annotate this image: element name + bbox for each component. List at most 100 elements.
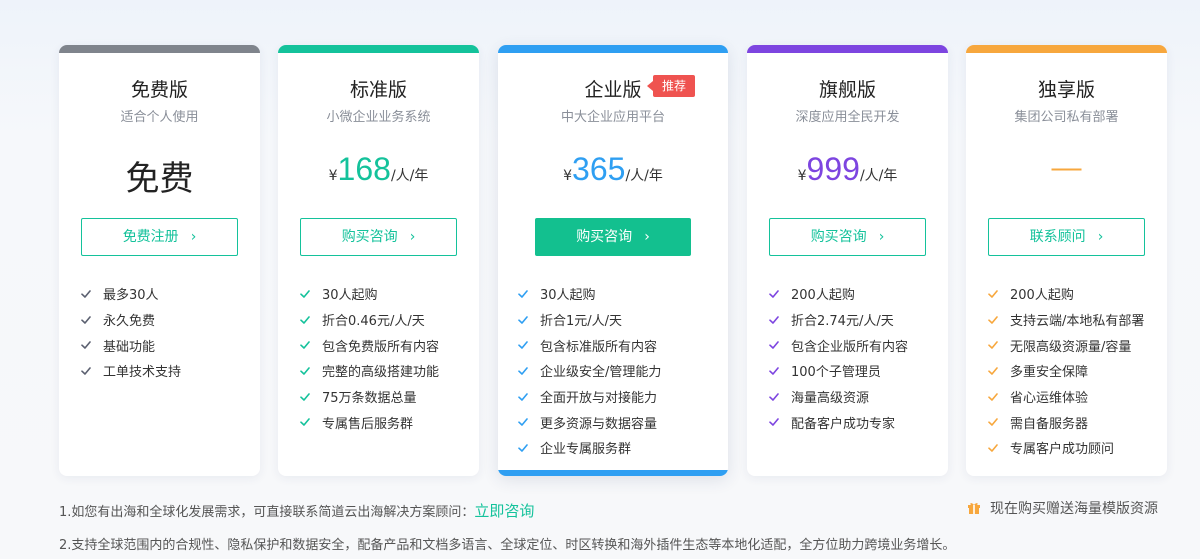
global-compliance-note: 2.支持全球范围内的合规性、隐私保护和数据安全，配备产品和文档多语言、全球定位、… <box>59 538 956 553</box>
feature-item: 企业专属服务群 <box>518 435 661 461</box>
feature-item: 需自备服务器 <box>988 409 1144 435</box>
check-icon <box>518 367 528 375</box>
plan-card-exclusive: 独享版 集团公司私有部署 — 联系顾问 › 200人起购 支持云端/本地私有部署 无限… <box>966 45 1167 476</box>
feature-item: 包含免费版所有内容 <box>300 332 439 358</box>
feature-list: 200人起购 折合2.74元/人/天 包含企业版所有内容 100个子管理员 海量高级资源… <box>769 281 908 435</box>
feature-list: 30人起购 折合0.46元/人/天 包含免费版所有内容 完整的高级搭建功能 75万条数据… <box>300 281 439 435</box>
feature-item: 永久免费 <box>81 307 181 333</box>
check-icon <box>518 290 528 298</box>
check-icon <box>518 444 528 452</box>
plan-card-standard: 标准版 小微企业业务系统 ¥168/人/年 购买咨询 › 30人起购 折合0.46元… <box>278 45 479 476</box>
check-icon <box>81 341 91 350</box>
buy-consult-button[interactable]: 购买咨询 › <box>769 218 926 256</box>
check-icon <box>769 392 779 401</box>
currency-symbol: ¥ <box>563 168 573 184</box>
plan-subtitle: 集团公司私有部署 <box>1014 110 1119 125</box>
plan-price: ¥999/人/年 <box>747 151 948 188</box>
check-icon <box>518 418 528 427</box>
gift-promo[interactable]: 现在购买赠送海量模版资源 <box>967 498 1158 518</box>
plan-price: 免费 <box>59 151 260 200</box>
check-icon <box>988 367 998 375</box>
check-icon <box>988 444 998 452</box>
feature-text: 基础功能 <box>103 339 156 355</box>
check-icon <box>300 367 310 375</box>
plan-price: ¥168/人/年 <box>278 151 479 188</box>
feature-text: 企业级安全/管理能力 <box>540 365 662 381</box>
check-icon <box>300 290 310 298</box>
feature-item: 30人起购 <box>518 281 661 307</box>
price-unit: /人/年 <box>390 168 429 184</box>
recommend-badge: 推荐 <box>646 75 696 97</box>
gift-text: 现在购买赠送海量模版资源 <box>990 501 1158 517</box>
feature-text: 折合0.46元/人/天 <box>322 314 425 330</box>
contact-advisor-button[interactable]: 联系顾问 › <box>988 218 1145 256</box>
check-icon <box>300 341 310 350</box>
feature-text: 更多资源与数据容量 <box>540 416 658 432</box>
feature-text: 企业专属服务群 <box>540 442 632 458</box>
feature-item: 配备客户成功专家 <box>769 409 908 435</box>
feature-text: 包含免费版所有内容 <box>322 339 440 355</box>
pricing-cards: 免费版 适合个人使用 免费 免费注册 › 最多30人 永久免费 基础功能 工单技术支持 … <box>59 45 1169 477</box>
check-icon <box>518 315 528 324</box>
check-icon <box>988 392 998 401</box>
feature-text: 支持云端/本地私有部署 <box>1010 314 1145 330</box>
plan-card-free: 免费版 适合个人使用 免费 免费注册 › 最多30人 永久免费 基础功能 工单技术支持 <box>59 45 260 476</box>
plan-name: 免费版 <box>130 79 188 101</box>
check-icon <box>988 315 998 324</box>
check-icon <box>988 290 998 298</box>
feature-text: 30人起购 <box>540 288 596 304</box>
currency-symbol: ¥ <box>797 168 807 184</box>
feature-item: 工单技术支持 <box>81 358 181 384</box>
button-label: 免费注册 <box>122 229 179 245</box>
plan-color-bar <box>59 45 260 53</box>
check-icon <box>81 290 91 298</box>
price-value: 365 <box>572 151 626 187</box>
check-icon <box>769 290 779 298</box>
price-unit: /人/年 <box>625 168 663 184</box>
feature-item: 100个子管理员 <box>769 358 908 384</box>
feature-item: 多重安全保障 <box>988 358 1144 384</box>
check-icon <box>300 418 310 427</box>
buy-consult-button[interactable]: 购买咨询 › <box>300 218 457 256</box>
feature-text: 无限高级资源量/容量 <box>1010 339 1132 355</box>
feature-text: 工单技术支持 <box>103 365 182 381</box>
feature-list: 最多30人 永久免费 基础功能 工单技术支持 <box>81 281 181 384</box>
plan-color-bar <box>747 45 948 53</box>
feature-text: 永久免费 <box>103 314 156 330</box>
feature-text: 需自备服务器 <box>1010 416 1089 432</box>
feature-text: 30人起购 <box>322 288 378 304</box>
feature-text: 省心运维体验 <box>1010 391 1089 407</box>
price-text: — <box>1051 151 1082 184</box>
check-icon <box>300 315 310 324</box>
check-icon <box>769 418 779 427</box>
consult-now-link[interactable]: 立即咨询 <box>474 502 534 520</box>
check-icon <box>769 367 779 375</box>
price-unit: /人/年 <box>859 168 898 184</box>
gift-icon <box>968 503 980 514</box>
overseas-note: 1.如您有出海和全球化发展需求，可直接联系简道云出海解决方案顾问：立即咨询 <box>59 500 534 521</box>
feature-text: 多重安全保障 <box>1010 365 1089 381</box>
feature-text: 海量高级资源 <box>791 391 870 407</box>
feature-item: 折合0.46元/人/天 <box>300 307 439 333</box>
check-icon <box>769 341 779 350</box>
feature-item: 折合1元/人/天 <box>518 307 661 333</box>
feature-item: 专属客户成功顾问 <box>988 435 1144 461</box>
feature-text: 完整的高级搭建功能 <box>322 365 440 381</box>
free-register-button[interactable]: 免费注册 › <box>81 218 238 256</box>
feature-item: 省心运维体验 <box>988 384 1144 410</box>
feature-list: 200人起购 支持云端/本地私有部署 无限高级资源量/容量 多重安全保障 省心运维体验需… <box>988 281 1144 461</box>
chevron-right-icon: › <box>878 229 885 245</box>
feature-item: 完整的高级搭建功能 <box>300 358 439 384</box>
feature-item: 30人起购 <box>300 281 439 307</box>
feature-text: 专属售后服务群 <box>322 416 414 432</box>
price-value: 999 <box>806 151 860 187</box>
buy-consult-button[interactable]: 购买咨询 › <box>535 218 691 256</box>
feature-text: 100个子管理员 <box>791 365 881 381</box>
check-icon <box>518 341 528 350</box>
feature-text: 专属客户成功顾问 <box>1010 442 1115 458</box>
check-icon <box>769 315 779 324</box>
plan-name: 独享版 <box>1037 79 1095 101</box>
feature-item: 折合2.74元/人/天 <box>769 307 908 333</box>
feature-text: 配备客户成功专家 <box>791 416 896 432</box>
plan-subtitle: 小微企业业务系统 <box>326 110 431 125</box>
